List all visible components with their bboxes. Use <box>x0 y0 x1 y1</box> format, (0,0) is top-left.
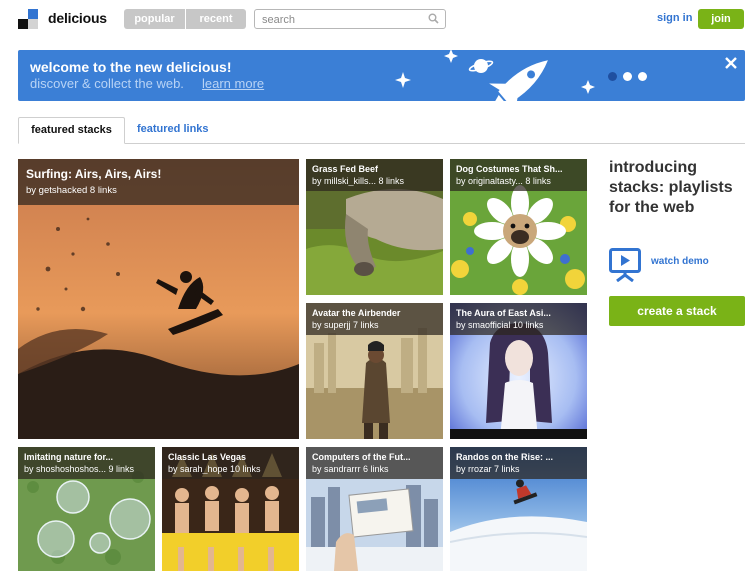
stack-meta: by rrozar 7 links <box>456 464 520 474</box>
search-box <box>254 9 446 29</box>
nav-toggle: popular recent <box>124 9 246 29</box>
create-stack-button[interactable]: create a stack <box>609 296 745 326</box>
brand-name[interactable]: delicious <box>48 10 107 26</box>
star-icon <box>395 72 411 88</box>
stack-caption: The Aura of East Asi... by smaofficial 1… <box>450 303 587 335</box>
sign-in-link[interactable]: sign in <box>657 12 692 24</box>
stack-caption: Computers of the Fut... by sandrarrr 6 l… <box>306 447 443 479</box>
search-input[interactable] <box>255 11 415 29</box>
nav-recent-button[interactable]: recent <box>186 9 246 29</box>
stack-title[interactable]: Grass Fed Beef <box>312 164 437 174</box>
delicious-logo[interactable] <box>18 9 38 29</box>
tab-featured-stacks[interactable]: featured stacks <box>18 117 125 144</box>
stack-meta: by sarah_hope 10 links <box>168 464 261 474</box>
rocket-icon <box>489 60 548 101</box>
close-icon[interactable] <box>725 57 737 69</box>
stack-card[interactable]: Classic Las Vegas by sarah_hope 10 links <box>162 447 299 571</box>
watch-demo-link[interactable]: watch demo <box>651 256 709 267</box>
banner-headline: welcome to the new delicious! <box>30 59 232 75</box>
nav-popular-button[interactable]: popular <box>124 9 185 29</box>
stack-caption: Grass Fed Beef by millski_kills... 8 lin… <box>306 159 443 191</box>
carousel-dot[interactable] <box>608 72 617 81</box>
stack-meta: by originaltasty... 8 links <box>456 176 551 186</box>
stack-caption: Randos on the Rise: ... by rrozar 7 link… <box>450 447 587 479</box>
stacks-intro-heading: introducing stacks: playlists for the we… <box>609 159 733 216</box>
stack-caption: Imitating nature for... by shoshoshoshos… <box>18 447 155 479</box>
stack-card[interactable]: Randos on the Rise: ... by rrozar 7 link… <box>450 447 587 571</box>
stack-title[interactable]: Avatar the Airbender <box>312 308 437 318</box>
stack-meta: by millski_kills... 8 links <box>312 176 405 186</box>
stack-caption: Surfing: Airs, Airs, Airs! by getshacked… <box>18 159 299 205</box>
stack-meta: by sandrarrr 6 links <box>312 464 389 474</box>
stack-card[interactable]: Imitating nature for... by shoshoshoshos… <box>18 447 155 571</box>
presentation-icon[interactable] <box>609 248 641 282</box>
carousel-dots <box>608 72 647 81</box>
join-button[interactable]: join <box>698 9 744 29</box>
stack-title[interactable]: Surfing: Airs, Airs, Airs! <box>26 167 291 181</box>
stack-card[interactable]: Surfing: Airs, Airs, Airs! by getshacked… <box>18 159 299 439</box>
star-icon <box>581 80 595 94</box>
stack-title[interactable]: Classic Las Vegas <box>168 452 293 462</box>
tab-featured-links[interactable]: featured links <box>137 123 209 135</box>
stack-meta: by getshacked 8 links <box>26 185 117 196</box>
stack-title[interactable]: Computers of the Fut... <box>312 452 437 462</box>
carousel-dot[interactable] <box>623 72 632 81</box>
stack-card[interactable]: Avatar the Airbender by superjj 7 links <box>306 303 443 439</box>
rocket-illustration <box>395 50 595 101</box>
banner-subtext: discover & collect the web. <box>30 76 184 91</box>
star-icon <box>444 50 458 63</box>
tab-divider <box>18 143 745 144</box>
stack-card[interactable]: Grass Fed Beef by millski_kills... 8 lin… <box>306 159 443 295</box>
stack-caption: Classic Las Vegas by sarah_hope 10 links <box>162 447 299 479</box>
welcome-banner: welcome to the new delicious! discover &… <box>18 50 745 101</box>
stack-card[interactable]: The Aura of East Asi... by smaofficial 1… <box>450 303 587 439</box>
stack-caption: Avatar the Airbender by superjj 7 links <box>306 303 443 335</box>
learn-more-link[interactable]: learn more <box>202 76 264 91</box>
stack-caption: Dog Costumes That Sh... by originaltasty… <box>450 159 587 191</box>
stack-meta: by shoshoshoshos... 9 links <box>24 464 135 474</box>
stack-meta: by superjj 7 links <box>312 320 379 330</box>
stack-title[interactable]: Randos on the Rise: ... <box>456 452 581 462</box>
carousel-dot[interactable] <box>638 72 647 81</box>
stack-card[interactable]: Dog Costumes That Sh... by originaltasty… <box>450 159 587 295</box>
stack-meta: by smaofficial 10 links <box>456 320 544 330</box>
search-icon[interactable] <box>428 13 439 24</box>
stack-title[interactable]: The Aura of East Asi... <box>456 308 581 318</box>
stack-title[interactable]: Imitating nature for... <box>24 452 149 462</box>
stack-card[interactable]: Computers of the Fut... by sandrarrr 6 l… <box>306 447 443 571</box>
stack-title[interactable]: Dog Costumes That Sh... <box>456 164 581 174</box>
